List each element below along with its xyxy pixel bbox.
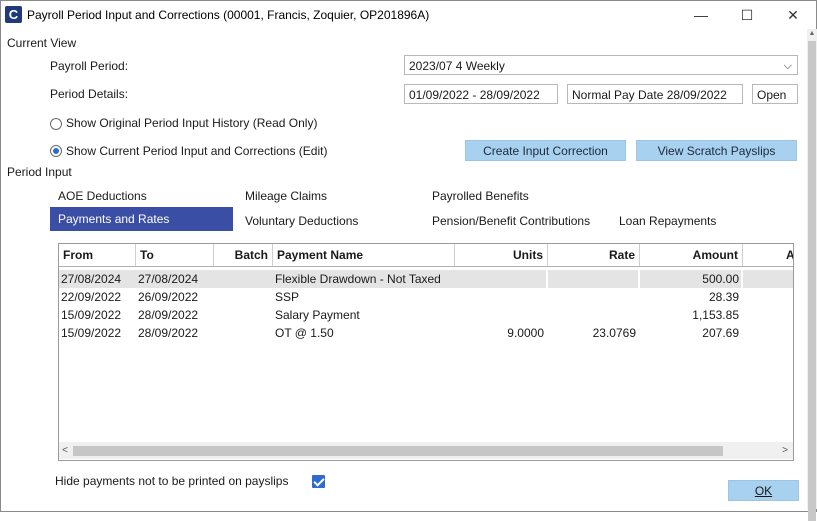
cell-amount: 28.39 (708, 290, 739, 304)
tab-payments-and-rates[interactable]: Payments and Rates (50, 207, 233, 231)
cell-to: 28/09/2022 (138, 308, 199, 322)
cell-rate (548, 270, 638, 288)
column-header-from[interactable]: From (59, 244, 136, 266)
cell-units (455, 270, 546, 288)
column-header-a[interactable]: A (743, 244, 793, 266)
scroll-up-icon[interactable]: ▲ (807, 29, 817, 39)
period-status-field: Open (752, 84, 798, 104)
table-row[interactable]: 22/09/2022 26/09/2022 SSP 28.39 (59, 288, 793, 306)
payroll-period-value: 2023/07 4 Weekly (409, 59, 505, 73)
payroll-period-select[interactable]: 2023/07 4 Weekly ⌵ (404, 55, 798, 75)
column-header-units[interactable]: Units (455, 244, 548, 266)
cell-to: 27/08/2024 (136, 270, 214, 288)
maximize-button[interactable]: ☐ (724, 1, 770, 29)
tab-voluntary-deductions[interactable]: Voluntary Deductions (237, 209, 358, 233)
horizontal-scroll-thumb[interactable] (73, 446, 723, 456)
cell-units (455, 288, 546, 306)
table-row[interactable]: 27/08/2024 27/08/2024 Flexible Drawdown … (59, 270, 793, 288)
cell-payment-name: OT @ 1.50 (275, 326, 334, 340)
cell-payment-name: Flexible Drawdown - Not Taxed (273, 270, 455, 288)
cell-from: 15/09/2022 (61, 308, 122, 322)
scroll-right-icon[interactable]: > (779, 442, 791, 459)
hide-payments-checkbox[interactable] (312, 475, 325, 488)
chevron-down-icon: ⌵ (783, 60, 792, 72)
cell-rate (548, 306, 638, 324)
period-input-heading: Period Input (7, 165, 72, 179)
view-scratch-payslips-button[interactable]: View Scratch Payslips (636, 140, 797, 161)
radio-current-input[interactable] (50, 145, 62, 157)
tab-aoe-deductions[interactable]: AOE Deductions (50, 184, 147, 208)
cell-batch (214, 324, 273, 342)
vertical-scrollbar[interactable]: ▲ (807, 29, 817, 521)
current-view-heading: Current View (7, 36, 77, 50)
table-row[interactable]: 15/09/2022 28/09/2022 Salary Payment 1,1… (59, 306, 793, 324)
column-header-amount[interactable]: Amount (640, 244, 743, 266)
minimize-button[interactable]: — (678, 1, 724, 29)
tab-pension-benefit-contributions[interactable]: Pension/Benefit Contributions (424, 209, 590, 233)
column-header-payment-name[interactable]: Payment Name (273, 244, 455, 266)
hide-payments-label: Hide payments not to be printed on paysl… (55, 474, 289, 488)
radio-original-history[interactable] (50, 118, 62, 130)
cell-to: 28/09/2022 (138, 326, 199, 340)
cell-units (455, 306, 546, 324)
horizontal-scrollbar[interactable]: < > (59, 442, 793, 459)
cell-units: 9.0000 (507, 326, 544, 340)
radio-original-history-label[interactable]: Show Original Period Input History (Read… (66, 116, 317, 130)
tab-loan-repayments[interactable]: Loan Repayments (611, 209, 716, 233)
tab-mileage-claims[interactable]: Mileage Claims (237, 184, 327, 208)
column-header-batch[interactable]: Batch (214, 244, 273, 266)
column-header-to[interactable]: To (136, 244, 214, 266)
cell-amount: 1,153.85 (692, 308, 739, 322)
normal-pay-date-field: Normal Pay Date 28/09/2022 (567, 84, 743, 104)
cell-from: 27/08/2024 (59, 270, 136, 288)
cell-amount: 207.69 (702, 326, 739, 340)
cell-from: 22/09/2022 (61, 290, 122, 304)
cell-extra (743, 270, 793, 288)
tab-payrolled-benefits[interactable]: Payrolled Benefits (424, 184, 529, 208)
cell-rate: 23.0769 (592, 326, 636, 340)
close-button[interactable]: ✕ (770, 1, 816, 29)
table-row[interactable]: 15/09/2022 28/09/2022 OT @ 1.50 9.0000 2… (59, 324, 793, 342)
cell-batch (214, 306, 273, 324)
period-details-label: Period Details: (50, 87, 129, 101)
cell-amount: 500.00 (640, 270, 741, 288)
cell-rate (548, 288, 638, 306)
create-input-correction-button[interactable]: Create Input Correction (465, 140, 626, 161)
column-header-rate[interactable]: Rate (548, 244, 640, 266)
cell-to: 26/09/2022 (138, 290, 199, 304)
cell-batch (214, 270, 273, 288)
vertical-scroll-thumb[interactable] (808, 41, 816, 521)
cell-batch (214, 288, 273, 306)
window-title: Payroll Period Input and Corrections (00… (27, 8, 430, 22)
app-icon: C (5, 6, 22, 23)
payments-table[interactable]: From To Batch Payment Name Units Rate Am… (58, 243, 794, 461)
table-header: From To Batch Payment Name Units Rate Am… (59, 244, 793, 267)
ok-button[interactable]: OK (728, 480, 799, 501)
cell-payment-name: Salary Payment (275, 308, 360, 322)
dialog-window: C Payroll Period Input and Corrections (… (0, 0, 817, 521)
scroll-left-icon[interactable]: < (59, 442, 71, 459)
payroll-period-label: Payroll Period: (50, 59, 129, 73)
cell-from: 15/09/2022 (61, 326, 122, 340)
title-bar: C Payroll Period Input and Corrections (… (1, 1, 816, 29)
radio-current-input-label[interactable]: Show Current Period Input and Correction… (66, 144, 327, 158)
cell-payment-name: SSP (275, 290, 300, 304)
period-dates-field: 01/09/2022 - 28/09/2022 (404, 84, 558, 104)
